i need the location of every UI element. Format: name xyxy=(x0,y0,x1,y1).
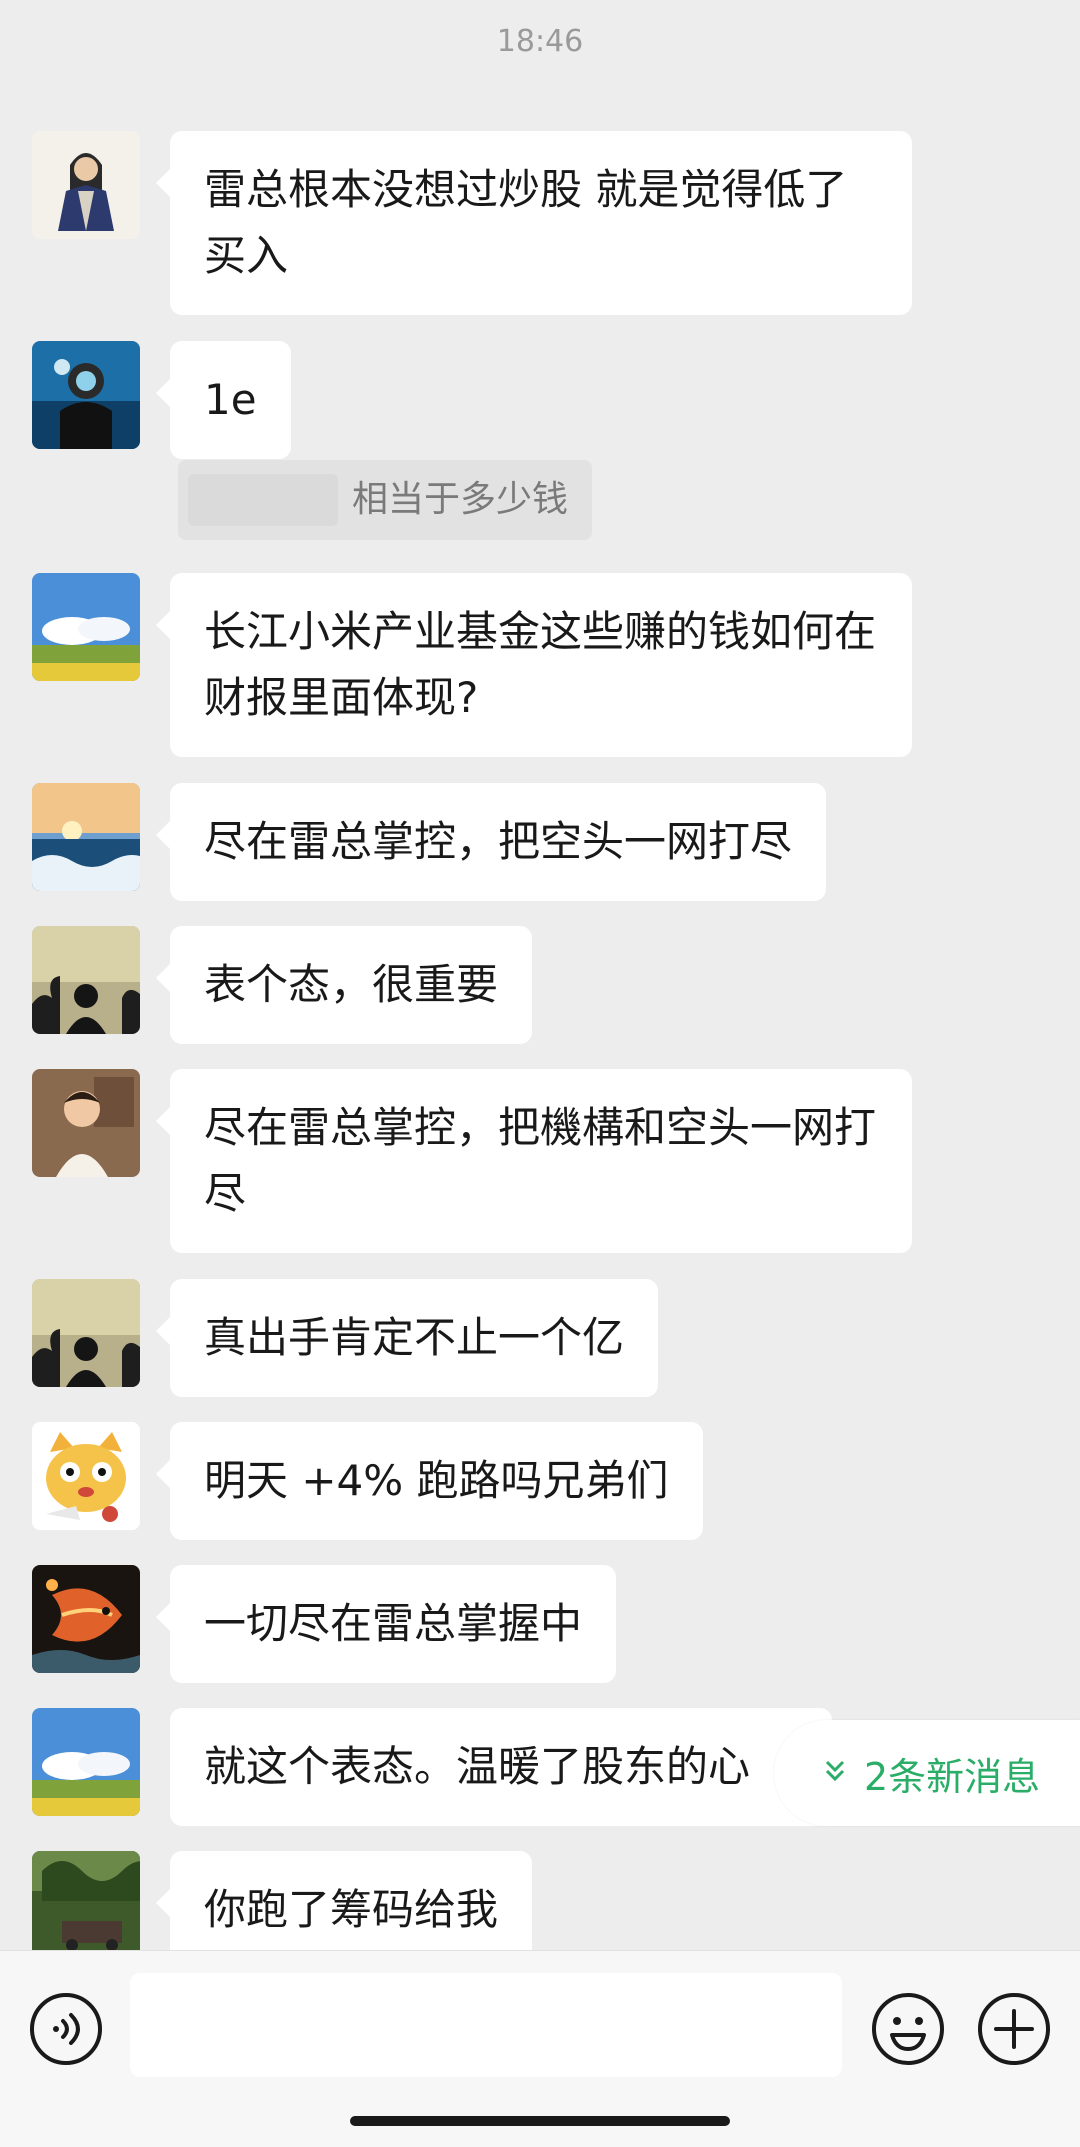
message-text: 尽在雷总掌控，把空头一网打尽 xyxy=(204,817,793,866)
message-text: 一切尽在雷总掌握中 xyxy=(204,1599,583,1648)
message-row: 雷总根本没想过炒股 就是觉得低了买入 xyxy=(32,131,912,315)
avatar[interactable] xyxy=(32,341,140,449)
message-bubble[interactable]: 1e xyxy=(156,341,291,459)
message-bubble[interactable]: 真出手肯定不止一个亿 xyxy=(155,1279,659,1397)
new-messages-button[interactable]: 2条新消息 xyxy=(774,1720,1080,1826)
message-bubble[interactable]: 尽在雷总掌控，把空头一网打尽 xyxy=(155,783,827,901)
quoted-text: 相当于多少钱 xyxy=(351,479,568,520)
message-row: 长江小米产业基金这些赚的钱如何在财报里面体现? xyxy=(32,573,912,757)
message-bubble[interactable]: 长江小米产业基金这些赚的钱如何在财报里面体现? xyxy=(156,573,912,757)
new-messages-label: 2条新消息 xyxy=(864,1754,1041,1799)
message-bubble[interactable]: 一切尽在雷总掌握中 xyxy=(155,1565,617,1683)
avatar[interactable] xyxy=(32,1565,140,1673)
voice-icon[interactable] xyxy=(28,1991,104,2067)
message-row: 尽在雷总掌控，把機構和空头一网打尽 xyxy=(32,1069,912,1253)
message-bubble[interactable]: 尽在雷总掌控，把機構和空头一网打尽 xyxy=(156,1069,912,1253)
avatar[interactable] xyxy=(32,783,140,891)
message-text: 表个态，很重要 xyxy=(204,960,499,1009)
plus-icon[interactable] xyxy=(976,1991,1052,2067)
message-row: 1e xyxy=(32,341,291,459)
message-text: 尽在雷总掌控，把機構和空头一网打尽 xyxy=(204,1103,877,1218)
avatar[interactable] xyxy=(32,1708,140,1816)
avatar[interactable] xyxy=(32,1069,140,1177)
avatar[interactable] xyxy=(32,1279,140,1387)
message-text: 长江小米产业基金这些赚的钱如何在财报里面体现? xyxy=(204,607,877,722)
message-input[interactable] xyxy=(130,1973,842,2077)
message-text: 1e xyxy=(204,375,257,424)
avatar[interactable] xyxy=(32,573,140,681)
time-divider: 18:46 xyxy=(496,24,584,59)
message-bubble[interactable]: 就这个表态。温暖了股东的心 xyxy=(170,1708,832,1826)
message-text: 你跑了筹码给我 xyxy=(204,1885,499,1934)
message-row: 表个态，很重要 xyxy=(32,926,533,1044)
avatar[interactable] xyxy=(32,1851,140,1959)
message-text: 真出手肯定不止一个亿 xyxy=(204,1313,625,1362)
message-row: 就这个表态。温暖了股东的心 xyxy=(32,1708,832,1826)
quoted-message[interactable]: 相当于多少钱 xyxy=(178,460,592,540)
avatar[interactable] xyxy=(32,1422,140,1530)
emoji-icon[interactable] xyxy=(870,1991,946,2067)
message-bubble[interactable]: 明天 +4% 跑路吗兄弟们 xyxy=(156,1422,703,1540)
message-bubble[interactable]: 雷总根本没想过炒股 就是觉得低了买入 xyxy=(156,131,912,315)
message-text: 雷总根本没想过炒股 就是觉得低了买入 xyxy=(204,165,848,280)
avatar[interactable] xyxy=(32,131,140,239)
message-row: 明天 +4% 跑路吗兄弟们 xyxy=(32,1422,703,1540)
double-chevron-down-icon xyxy=(824,1759,846,1788)
message-row: 真出手肯定不止一个亿 xyxy=(32,1279,659,1397)
message-row: 尽在雷总掌控，把空头一网打尽 xyxy=(32,783,827,901)
message-bubble[interactable]: 表个态，很重要 xyxy=(155,926,533,1044)
quoted-sender-blurred xyxy=(188,474,338,526)
avatar[interactable] xyxy=(32,926,140,1034)
message-text: 明天 +4% 跑路吗兄弟们 xyxy=(204,1456,669,1505)
message-text: 就这个表态。温暖了股东的心 xyxy=(204,1742,751,1791)
message-row: 一切尽在雷总掌握中 xyxy=(32,1565,617,1683)
home-indicator[interactable] xyxy=(350,2116,730,2126)
